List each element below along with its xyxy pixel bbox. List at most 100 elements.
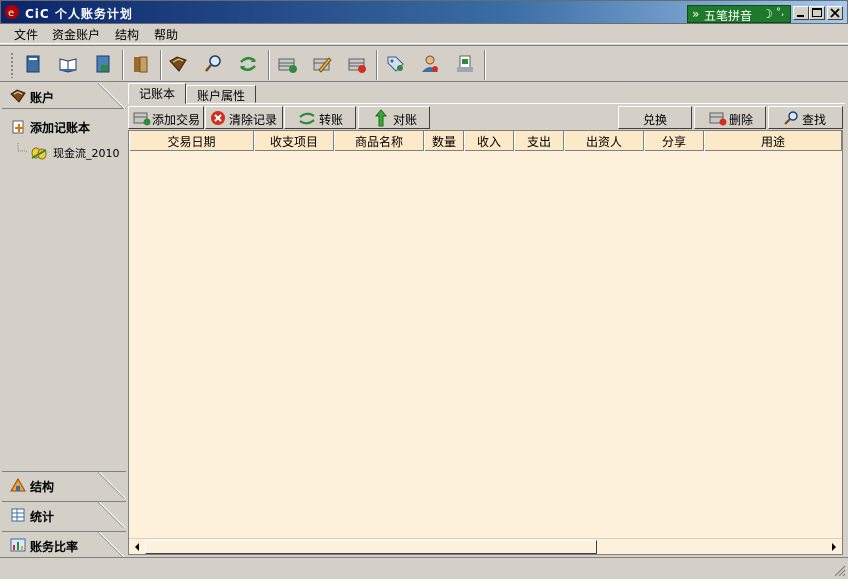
open-book-icon[interactable] — [57, 53, 79, 75]
delete-button[interactable]: 删除 — [694, 106, 766, 129]
edit-row-icon[interactable] — [311, 53, 333, 75]
column-header-income[interactable]: 收入 — [464, 131, 514, 151]
user-icon[interactable] — [419, 53, 441, 75]
statistics-icon — [11, 508, 25, 522]
clear-records-label: 清除记录 — [229, 113, 278, 127]
maximize-button[interactable] — [809, 6, 825, 20]
menu-help[interactable]: 帮助 — [154, 26, 178, 43]
column-header-expense[interactable]: 支出 — [514, 131, 564, 151]
reconcile-label: 对账 — [393, 113, 418, 127]
transfer-icon — [299, 112, 315, 125]
column-header-category[interactable]: 收支项目 — [254, 131, 334, 151]
column-header-quantity[interactable]: 数量 — [424, 131, 464, 151]
tab-account-properties[interactable]: 账户属性 — [186, 85, 256, 103]
scrollbar-thumb[interactable] — [145, 540, 597, 554]
ledger-item-cashflow[interactable]: 现金流_2010 — [16, 143, 126, 161]
tab-ledger[interactable]: 记账本 — [128, 83, 186, 104]
column-header-purpose[interactable]: 用途 — [704, 131, 842, 151]
ime-chevron-icon: » — [692, 7, 700, 21]
transactions-table[interactable]: 交易日期 收支项目 商品名称 数量 收入 支出 出资人 分享 用途 — [128, 130, 843, 555]
toolbar-separator — [268, 50, 270, 80]
add-ledger-label: 添加记账本 — [30, 121, 91, 135]
resize-grip-icon[interactable] — [832, 563, 846, 577]
action-bar: 添加交易 清除记录 转账 对账 兑换 删除 查找 — [128, 103, 845, 130]
scroll-right-icon — [832, 543, 836, 551]
window-title: CiC 个人账务计划 — [25, 7, 133, 21]
structure-icon — [10, 478, 26, 492]
title-bar: e CiC 个人账务计划 » 五笔拼音 ☽ °, — [0, 0, 848, 24]
transfer-label: 转账 — [319, 113, 344, 127]
close-icon — [830, 8, 840, 18]
accounts-book-icon — [10, 89, 26, 103]
toolbar-grip[interactable] — [10, 52, 14, 78]
reconcile-up-arrow-icon — [374, 109, 388, 127]
save-book-icon[interactable] — [92, 53, 114, 75]
menu-structure[interactable]: 结构 — [115, 26, 139, 43]
reconcile-button[interactable]: 对账 — [358, 106, 430, 129]
clear-records-icon — [211, 111, 225, 125]
ime-moon-icon: ☽ — [762, 7, 773, 21]
close-button[interactable] — [827, 6, 843, 20]
delete-row-icon[interactable] — [346, 53, 368, 75]
cash-coins-icon — [31, 147, 47, 160]
structure-header-label: 结构 — [30, 480, 55, 494]
menu-file[interactable]: 文件 — [14, 26, 38, 43]
header-bevel — [98, 502, 126, 528]
toolbar-separator — [376, 50, 378, 80]
magnifier-icon[interactable] — [202, 53, 224, 75]
tag-icon[interactable] — [384, 53, 406, 75]
menu-accounts[interactable]: 资金账户 — [52, 26, 100, 43]
clear-records-button[interactable]: 清除记录 — [205, 106, 283, 129]
find-button[interactable]: 查找 — [768, 106, 843, 129]
ime-punct-icon: °, — [776, 7, 785, 18]
column-header-payer[interactable]: 出资人 — [564, 131, 644, 151]
exchange-label: 兑换 — [643, 113, 668, 127]
toolbar-separator — [160, 50, 162, 80]
toolbar-separator — [122, 50, 124, 80]
structure-header[interactable]: 结构 — [2, 471, 126, 498]
app-logo-icon: e — [5, 5, 19, 19]
statistics-header[interactable]: 统计 — [2, 501, 126, 528]
header-bevel — [98, 472, 126, 498]
ratio-chart-icon — [10, 538, 26, 552]
ratio-header-label: 账务比率 — [30, 540, 79, 554]
table-header: 交易日期 收支项目 商品名称 数量 收入 支出 出资人 分享 用途 — [129, 131, 842, 151]
add-transaction-icon — [133, 112, 151, 126]
column-header-item-name[interactable]: 商品名称 — [334, 131, 424, 151]
minimize-button[interactable] — [793, 6, 809, 20]
bookshelf-icon[interactable] — [130, 53, 152, 75]
delete-label: 删除 — [729, 113, 754, 127]
accounts-header-label: 账户 — [30, 91, 55, 105]
find-label: 查找 — [802, 113, 827, 127]
accounts-header[interactable]: 账户 — [2, 83, 126, 109]
add-transaction-label: 添加交易 — [152, 113, 201, 127]
column-header-share[interactable]: 分享 — [644, 131, 704, 151]
maximize-icon — [812, 8, 822, 17]
navigation-panel: 账户 添加记账本 现金流_2010 结构 统计 账务比率 — [2, 83, 128, 558]
add-transaction-button[interactable]: 添加交易 — [128, 106, 204, 129]
ime-label: 五笔拼音 — [704, 9, 753, 23]
find-magnifier-icon — [784, 111, 798, 125]
ratio-header[interactable]: 账务比率 — [2, 531, 126, 558]
ime-indicator[interactable]: » 五笔拼音 ☽ °, — [687, 5, 791, 23]
report-icon[interactable] — [454, 53, 476, 75]
header-bevel — [98, 532, 126, 558]
transfer-button[interactable]: 转账 — [284, 106, 356, 129]
minimize-icon — [797, 15, 804, 17]
column-header-date[interactable]: 交易日期 — [129, 131, 254, 151]
add-ledger-icon — [12, 120, 24, 134]
svg-text:e: e — [8, 8, 14, 19]
add-row-icon[interactable] — [276, 53, 298, 75]
header-bevel — [98, 83, 126, 109]
statistics-header-label: 统计 — [30, 510, 55, 524]
scroll-left-button[interactable] — [130, 540, 144, 554]
scroll-right-button[interactable] — [827, 540, 841, 554]
exchange-button[interactable]: 兑换 — [618, 106, 692, 129]
toolbar — [0, 45, 848, 82]
scroll-left-icon — [135, 543, 139, 551]
transfer-arrows-icon[interactable] — [237, 53, 259, 75]
ledger-blue-icon[interactable] — [22, 53, 44, 75]
horizontal-scrollbar[interactable] — [129, 538, 842, 554]
toolbar-separator — [484, 50, 486, 80]
journal-icon[interactable] — [167, 53, 189, 75]
